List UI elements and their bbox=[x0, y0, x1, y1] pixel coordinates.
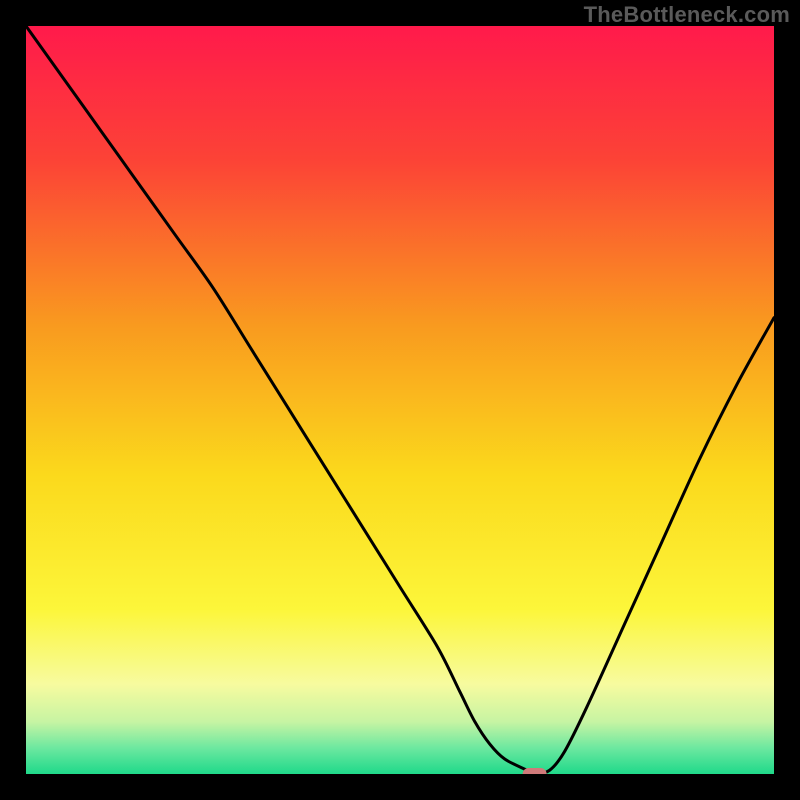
optimal-point-marker bbox=[523, 768, 547, 774]
chart-background-gradient bbox=[26, 26, 774, 774]
watermark-text: TheBottleneck.com bbox=[584, 2, 790, 28]
chart-svg bbox=[26, 26, 774, 774]
chart-plot-area bbox=[26, 26, 774, 774]
